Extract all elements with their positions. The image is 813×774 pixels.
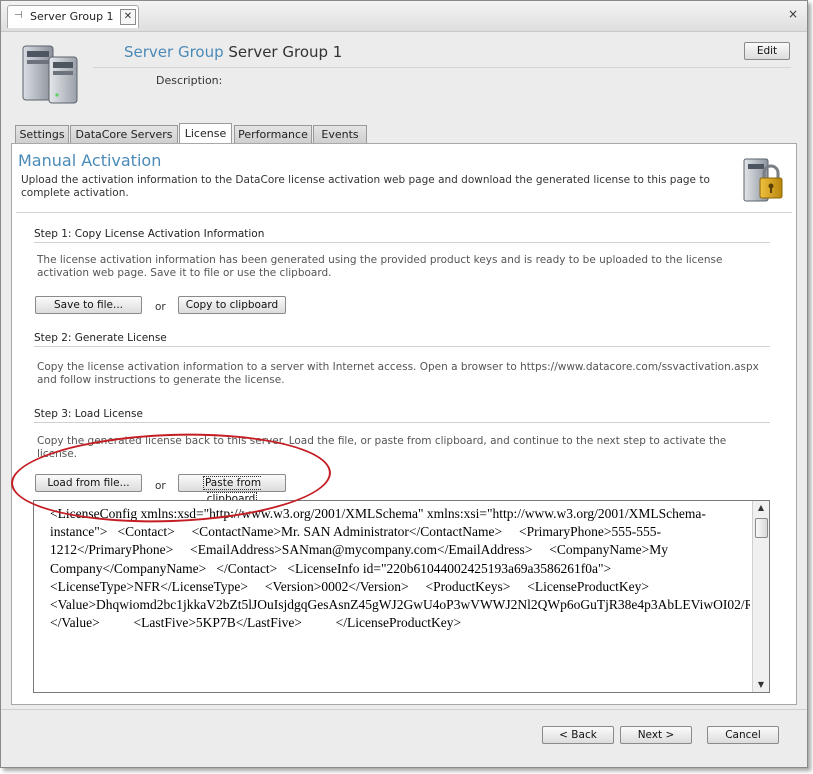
document-tab-server-group-1[interactable]: ⊣ Server Group 1 ✕: [7, 5, 139, 28]
close-tab-icon[interactable]: ✕: [120, 9, 136, 25]
step2-text: Copy the license activation information …: [37, 361, 759, 386]
section-divider: [16, 212, 792, 213]
manual-activation-description: Upload the activation information to the…: [21, 174, 710, 199]
step1-title: Step 1: Copy License Activation Informat…: [34, 228, 265, 240]
next-button[interactable]: Next >: [620, 726, 692, 744]
server-group-window: ⊣ Server Group 1 ✕ × Server Group Server…: [0, 0, 808, 768]
license-xml-text: <LicenseConfig xmlns:xsd="http://www.w3.…: [50, 506, 750, 631]
scrollbar-thumb[interactable]: [755, 518, 768, 538]
tab-license[interactable]: License: [179, 123, 232, 144]
cancel-button[interactable]: Cancel: [707, 726, 779, 744]
close-window-icon[interactable]: ×: [788, 7, 798, 21]
license-xml-textarea[interactable]: <LicenseConfig xmlns:xsd="http://www.w3.…: [33, 500, 770, 693]
license-xml-scrollbar[interactable]: ▲ ▼: [752, 501, 769, 692]
license-panel: Manual Activation Upload the activation …: [11, 143, 797, 705]
manual-activation-title: Manual Activation: [18, 151, 162, 170]
page-title: Server Group Server Group 1: [124, 43, 342, 61]
back-button[interactable]: < Back: [542, 726, 614, 744]
scroll-down-arrow-icon[interactable]: ▼: [753, 678, 769, 692]
document-tab-bar: ⊣ Server Group 1 ✕ ×: [1, 1, 807, 32]
save-to-file-button[interactable]: Save to file...: [35, 296, 142, 314]
footer-divider: [1, 709, 807, 710]
step1-text: The license activation information has b…: [37, 254, 723, 279]
description-label: Description:: [156, 74, 223, 87]
step1-divider: [34, 242, 770, 243]
step1-or-label: or: [155, 301, 166, 313]
server-icon: [22, 45, 78, 104]
document-tab-title: Server Group 1: [30, 10, 114, 23]
step2-divider: [34, 346, 770, 347]
step3-title: Step 3: Load License: [34, 408, 143, 420]
edit-button[interactable]: Edit: [744, 42, 790, 60]
step2-title: Step 2: Generate License: [34, 332, 167, 344]
step3-divider: [34, 422, 770, 423]
pin-icon[interactable]: ⊣: [14, 10, 23, 21]
tab-datacore-servers[interactable]: DataCore Servers: [70, 125, 178, 143]
license-lock-icon: [743, 158, 783, 202]
tab-events[interactable]: Events: [313, 125, 367, 143]
scroll-up-arrow-icon[interactable]: ▲: [753, 501, 769, 515]
header-divider: [93, 67, 791, 68]
tab-performance[interactable]: Performance: [234, 125, 312, 143]
page-title-label: Server Group: [124, 43, 224, 61]
page-title-name: Server Group 1: [228, 43, 343, 61]
tab-settings[interactable]: Settings: [15, 125, 69, 143]
copy-to-clipboard-button[interactable]: Copy to clipboard: [178, 296, 286, 314]
